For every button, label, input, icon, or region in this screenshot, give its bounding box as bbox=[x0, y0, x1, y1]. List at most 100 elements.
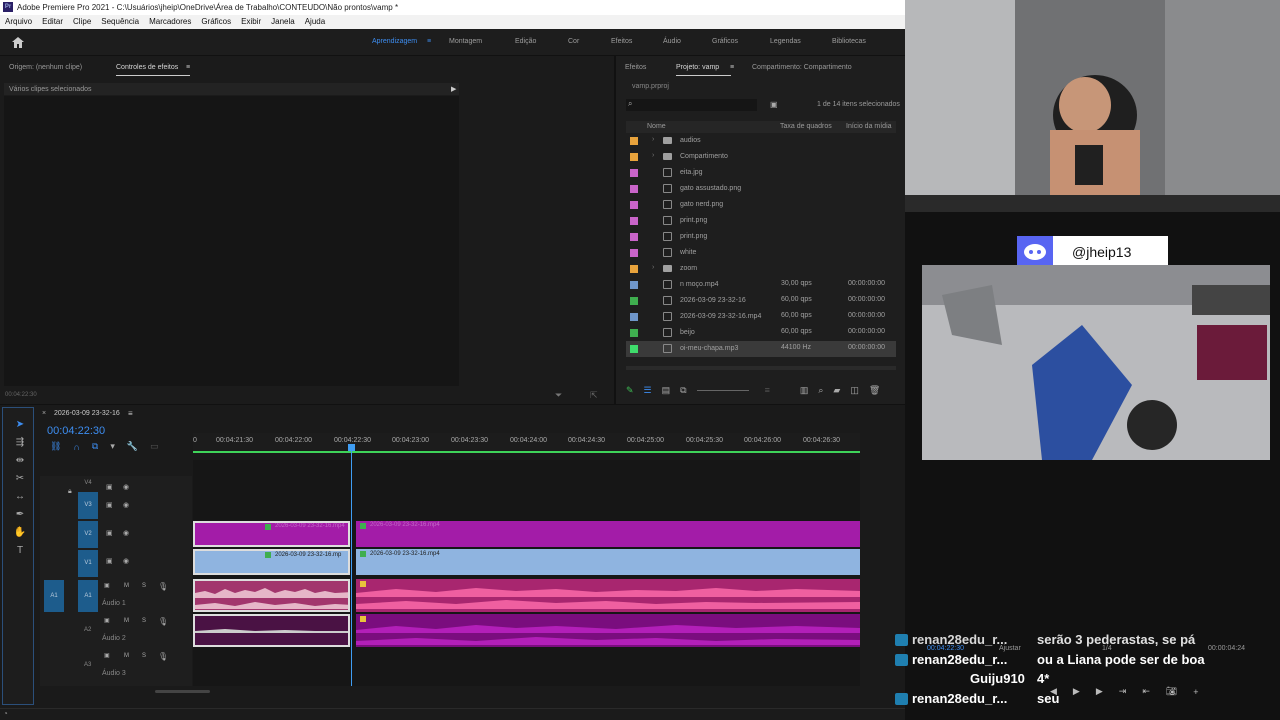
captions-icon[interactable]: ▭ bbox=[150, 441, 159, 452]
snap-icon[interactable]: ∩ bbox=[73, 442, 79, 452]
automate-icon[interactable]: ▥ bbox=[800, 385, 809, 396]
source-a1-patch[interactable]: A1 bbox=[44, 580, 64, 612]
mic-icon[interactable]: 🎙︎ bbox=[158, 582, 168, 591]
label-color-swatch[interactable] bbox=[630, 329, 638, 337]
workspace-graficos[interactable]: Gráficos bbox=[712, 38, 738, 45]
track-a1-label[interactable]: A1 bbox=[78, 580, 98, 612]
pen-icon[interactable]: ✒ bbox=[13, 508, 27, 522]
project-item[interactable]: eita.jpg bbox=[626, 165, 896, 181]
project-item[interactable]: white bbox=[626, 245, 896, 261]
label-color-swatch[interactable] bbox=[630, 169, 638, 177]
workspace-audio[interactable]: Áudio bbox=[663, 38, 681, 45]
playhead[interactable] bbox=[351, 444, 352, 686]
nest-icon[interactable]: ⛓ bbox=[50, 441, 61, 452]
clip-v1-right[interactable]: 2026-03-09 23-32-16.mp4 bbox=[356, 549, 860, 575]
slip-icon[interactable]: ↔ bbox=[13, 490, 27, 504]
project-menu-icon[interactable]: ≡ bbox=[730, 64, 734, 71]
hand-icon[interactable]: ✋ bbox=[13, 526, 27, 540]
sync-icon[interactable]: ▣ bbox=[106, 548, 113, 576]
project-item[interactable]: › audios bbox=[626, 133, 896, 149]
tab-source[interactable]: Origem: (nenhum clipe) bbox=[9, 64, 82, 71]
tab-compartimento[interactable]: Compartimento: Compartimento bbox=[752, 64, 852, 71]
menu-clipe[interactable]: Clipe bbox=[73, 15, 91, 29]
menu-sequencia[interactable]: Sequência bbox=[101, 15, 139, 29]
tab-project[interactable]: Projeto: vamp bbox=[676, 64, 732, 76]
add-marker-icon[interactable]: ▾ bbox=[110, 441, 115, 452]
track-a2-label[interactable]: A2 bbox=[84, 627, 91, 633]
mute-a2[interactable]: M bbox=[124, 618, 129, 624]
workspace-edicao[interactable]: Edição bbox=[515, 38, 536, 45]
project-search-input[interactable]: ⌕ bbox=[626, 99, 757, 111]
workspace-cor[interactable]: Cor bbox=[568, 38, 579, 45]
clip-a2-right[interactable] bbox=[356, 614, 860, 647]
mute-a1[interactable]: M bbox=[124, 583, 129, 589]
menu-graficos[interactable]: Gráficos bbox=[201, 15, 231, 29]
track-select-icon[interactable]: ⇶ bbox=[13, 436, 27, 450]
ripple-edit-icon[interactable]: ⇹ bbox=[13, 454, 27, 468]
clip-v1-left[interactable]: 2026-03-09 23-32-16.mp bbox=[193, 549, 350, 575]
clip-a1-left[interactable] bbox=[193, 579, 350, 612]
expand-arrow-icon[interactable]: › bbox=[652, 136, 654, 143]
workspace-menu-icon[interactable]: ≡ bbox=[427, 38, 431, 45]
track-v2-label[interactable]: V2 bbox=[78, 521, 98, 548]
expand-arrow-icon[interactable]: › bbox=[652, 264, 654, 271]
find-icon[interactable]: ⌕ bbox=[818, 385, 823, 396]
label-color-swatch[interactable] bbox=[630, 313, 638, 321]
menu-ajuda[interactable]: Ajuda bbox=[305, 15, 325, 29]
project-item[interactable]: gato nerd.png bbox=[626, 197, 896, 213]
sync-icon[interactable]: ▣ bbox=[104, 617, 110, 624]
panel-menu-icon[interactable]: ≡ bbox=[186, 64, 190, 71]
trash-icon[interactable]: 🗑 bbox=[869, 385, 880, 396]
workspace-montagem[interactable]: Montagem bbox=[449, 38, 482, 45]
home-icon[interactable] bbox=[12, 37, 24, 48]
project-item[interactable]: 2026-03-09 23-32-16 60,00 qps 00:00:00:00 bbox=[626, 293, 896, 309]
selection-tool-icon[interactable]: ➤ bbox=[13, 418, 27, 432]
razor-icon[interactable]: ✂ bbox=[13, 472, 27, 486]
workspace-aprendizagem[interactable]: Aprendizagem bbox=[372, 38, 417, 45]
col-framerate[interactable]: Taxa de quadros bbox=[780, 123, 832, 130]
solo-a3[interactable]: S bbox=[142, 653, 146, 659]
sort-icon[interactable]: ≡ bbox=[765, 385, 770, 395]
new-item-icon[interactable]: ◫ bbox=[850, 385, 859, 396]
pencil-icon[interactable]: ✎ bbox=[626, 385, 634, 396]
mic-icon[interactable]: 🎙︎ bbox=[158, 617, 168, 626]
project-scrollbar[interactable] bbox=[626, 366, 896, 370]
clip-v2-right[interactable]: 2026-03-09 23-32-16.mp4 bbox=[356, 521, 860, 547]
track-a3-label[interactable]: A3 bbox=[84, 662, 91, 668]
wrench-icon[interactable]: 🔧 bbox=[127, 441, 138, 452]
track-v3-label[interactable]: V3 bbox=[78, 492, 98, 519]
sync-icon[interactable]: ▣ bbox=[104, 652, 110, 659]
menu-exibir[interactable]: Exibir bbox=[241, 15, 261, 29]
label-color-swatch[interactable] bbox=[630, 265, 638, 273]
menu-marcadores[interactable]: Marcadores bbox=[149, 15, 191, 29]
new-bin-icon[interactable]: ▣ bbox=[770, 100, 778, 109]
label-color-swatch[interactable] bbox=[630, 345, 638, 353]
timeline-timecode[interactable]: 00:04:22:30 bbox=[47, 425, 105, 437]
zoom-slider[interactable] bbox=[696, 389, 749, 391]
freeform-view-icon[interactable]: ⧉ bbox=[680, 385, 686, 396]
playhead-handle[interactable] bbox=[348, 444, 355, 451]
workspace-efeitos[interactable]: Efeitos bbox=[611, 38, 632, 45]
track-v1-label[interactable]: V1 bbox=[78, 550, 98, 577]
eye-icon[interactable]: ◉ bbox=[123, 492, 129, 520]
tab-effect-controls[interactable]: Controles de efeitos bbox=[116, 64, 191, 76]
project-item[interactable]: 2026-03-09 23-32-16.mp4 60,00 qps 00:00:00… bbox=[626, 309, 896, 325]
lock-icon[interactable]: 🔒︎ bbox=[68, 478, 72, 506]
label-color-swatch[interactable] bbox=[630, 153, 638, 161]
sync-icon[interactable]: ▣ bbox=[104, 582, 110, 589]
project-item[interactable]: n moço.mp4 30,00 qps 00:00:00:00 bbox=[626, 277, 896, 293]
project-item[interactable]: gato assustado.png bbox=[626, 181, 896, 197]
menu-arquivo[interactable]: Arquivo bbox=[5, 15, 32, 29]
menu-janela[interactable]: Janela bbox=[271, 15, 295, 29]
sequence-tab[interactable]: 2026-03-09 23-32-16 bbox=[54, 410, 120, 417]
solo-a2[interactable]: S bbox=[142, 618, 146, 624]
tab-effects[interactable]: Efeitos bbox=[625, 64, 646, 71]
sequence-menu-icon[interactable]: ≡ bbox=[128, 409, 133, 418]
menu-editar[interactable]: Editar bbox=[42, 15, 63, 29]
new-bin-bottom-icon[interactable]: ▰ bbox=[833, 385, 840, 396]
label-color-swatch[interactable] bbox=[630, 233, 638, 241]
project-item[interactable]: print.png bbox=[626, 229, 896, 245]
clip-a2-left[interactable] bbox=[193, 614, 350, 647]
workspace-bibliotecas[interactable]: Bibliotecas bbox=[832, 38, 866, 45]
mic-icon[interactable]: 🎙︎ bbox=[158, 652, 168, 661]
